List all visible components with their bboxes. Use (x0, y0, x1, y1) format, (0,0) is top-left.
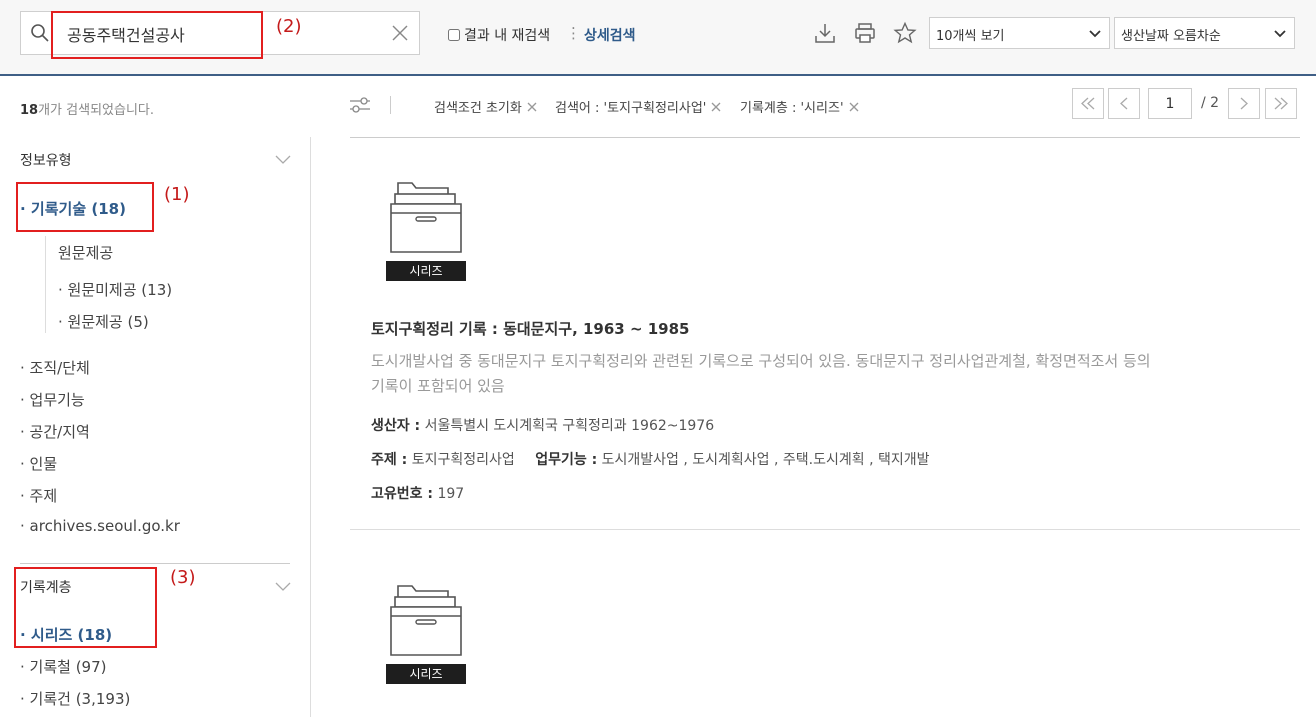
kebab-icon: ⋮ (566, 24, 581, 42)
result-divider (350, 529, 1300, 530)
folder-archive-icon[interactable] (388, 180, 464, 256)
facet-item-organization[interactable]: · 조직/단체 (20, 357, 90, 378)
producer-label: 생산자 : (371, 418, 421, 434)
level-badge: 시리즈 (386, 261, 466, 281)
id-label: 고유번호 : (371, 486, 433, 502)
filter-chip-keyword-label: 검색어 : '토지구획정리사업' (555, 101, 707, 116)
annotation-box-1 (16, 182, 154, 232)
facet-item-subject[interactable]: · 주제 (20, 485, 57, 506)
facet-subitem-no-original[interactable]: · 원문미제공 (13) (58, 279, 172, 300)
filter-chip-keyword[interactable]: 검색어 : '토지구획정리사업' (555, 97, 721, 116)
annotation-box-2 (51, 11, 263, 59)
result-count-number: 18 (20, 103, 39, 118)
folder-archive-icon[interactable] (388, 583, 464, 659)
research-label: 결과 내 재검색 (464, 28, 551, 44)
chevron-down-icon[interactable] (275, 155, 291, 165)
download-icon[interactable] (813, 21, 837, 45)
producer-value: 서울특별시 도시계획국 구획정리과 1962~1976 (424, 418, 715, 434)
id-value: 197 (437, 486, 465, 502)
prev-page-button[interactable] (1108, 88, 1140, 119)
subject-value: 토지구획정리사업 (411, 452, 515, 468)
sort-select[interactable]: 생산날짜 오름차순 (1114, 17, 1295, 49)
result-producer: 생산자 : 서울특별시 도시계획국 구획정리과 1962~1976 (371, 415, 714, 435)
chevron-down-icon[interactable] (275, 582, 291, 592)
research-checkbox[interactable]: 결과 내 재검색 (448, 25, 550, 45)
subject-label: 주제 : (371, 452, 408, 468)
chevron-down-icon (1274, 30, 1286, 38)
research-toggle[interactable] (448, 29, 460, 41)
annotation-label-2: (2) (276, 16, 302, 37)
search-icon[interactable] (30, 23, 50, 43)
facet-item-region[interactable]: · 공간/지역 (20, 421, 90, 442)
chevron-right-icon (1240, 97, 1248, 110)
result-count-suffix: 개가 검색되었습니다. (38, 103, 154, 118)
page-number-input[interactable] (1148, 88, 1192, 119)
sub-tree-line (45, 236, 46, 333)
page-size-value: 10개씩 보기 (936, 29, 1005, 44)
filter-chip-level-label: 기록계층 : '시리즈' (740, 101, 844, 116)
facet-item-person[interactable]: · 인물 (20, 453, 57, 474)
result-id: 고유번호 : 197 (371, 483, 464, 503)
facet-item-website[interactable]: · archives.seoul.go.kr (20, 517, 180, 535)
close-icon[interactable] (391, 24, 409, 42)
facet-subitem-original[interactable]: · 원문제공 (5) (58, 311, 149, 332)
result-title[interactable]: 토지구획정리 기록 : 동대문지구, 1963 ~ 1985 (371, 318, 690, 339)
annotation-label-3: (3) (170, 567, 196, 588)
facet-title-info-type[interactable]: 정보유형 (20, 150, 72, 170)
double-chevron-right-icon (1274, 97, 1288, 110)
close-icon[interactable] (527, 102, 537, 112)
filter-chip-level[interactable]: 기록계층 : '시리즈' (740, 97, 859, 116)
filter-settings-icon[interactable] (349, 96, 371, 114)
level-badge: 시리즈 (386, 664, 466, 684)
last-page-button[interactable] (1265, 88, 1297, 119)
annotation-label-1: (1) (164, 184, 190, 205)
close-icon[interactable] (849, 102, 859, 112)
function-value: 도시개발사업 , 도시계획사업 , 주택.도시계획 , 택지개발 (601, 452, 930, 468)
function-label: 업무기능 : (535, 452, 598, 468)
facet-subtitle-original: 원문제공 (58, 244, 114, 262)
filter-divider (390, 96, 391, 114)
facet-divider (20, 563, 290, 564)
print-icon[interactable] (853, 21, 877, 45)
first-page-button[interactable] (1072, 88, 1104, 119)
result-count: 18개가 검색되었습니다. (20, 99, 154, 118)
page-size-select[interactable]: 10개씩 보기 (929, 17, 1110, 49)
result-subject: 주제 : 토지구획정리사업 업무기능 : 도시개발사업 , 도시계획사업 , 주… (371, 449, 930, 469)
next-page-button[interactable] (1228, 88, 1260, 119)
double-chevron-left-icon (1081, 97, 1095, 110)
advanced-search-link[interactable]: 상세검색 (584, 25, 636, 45)
result-description: 도시개발사업 중 동대문지구 토지구획정리와 관련된 기록으로 구성되어 있음.… (371, 352, 1151, 395)
star-icon[interactable] (893, 21, 917, 45)
page-total: / 2 (1201, 95, 1220, 111)
facet-item-file[interactable]: · 기록철 (97) (20, 656, 107, 677)
filter-chip-reset[interactable]: 검색조건 초기화 (434, 97, 537, 116)
facet-item-function[interactable]: · 업무기능 (20, 389, 85, 410)
chevron-down-icon (1089, 30, 1101, 38)
facet-item-item[interactable]: · 기록건 (3,193) (20, 688, 130, 709)
close-icon[interactable] (711, 102, 721, 112)
sort-value: 생산날짜 오름차순 (1121, 29, 1221, 44)
sidebar-divider (310, 137, 311, 717)
annotation-box-3 (14, 567, 157, 648)
chevron-left-icon (1120, 97, 1128, 110)
results-top-divider (350, 137, 1300, 138)
filter-chip-reset-label: 검색조건 초기화 (434, 101, 522, 116)
